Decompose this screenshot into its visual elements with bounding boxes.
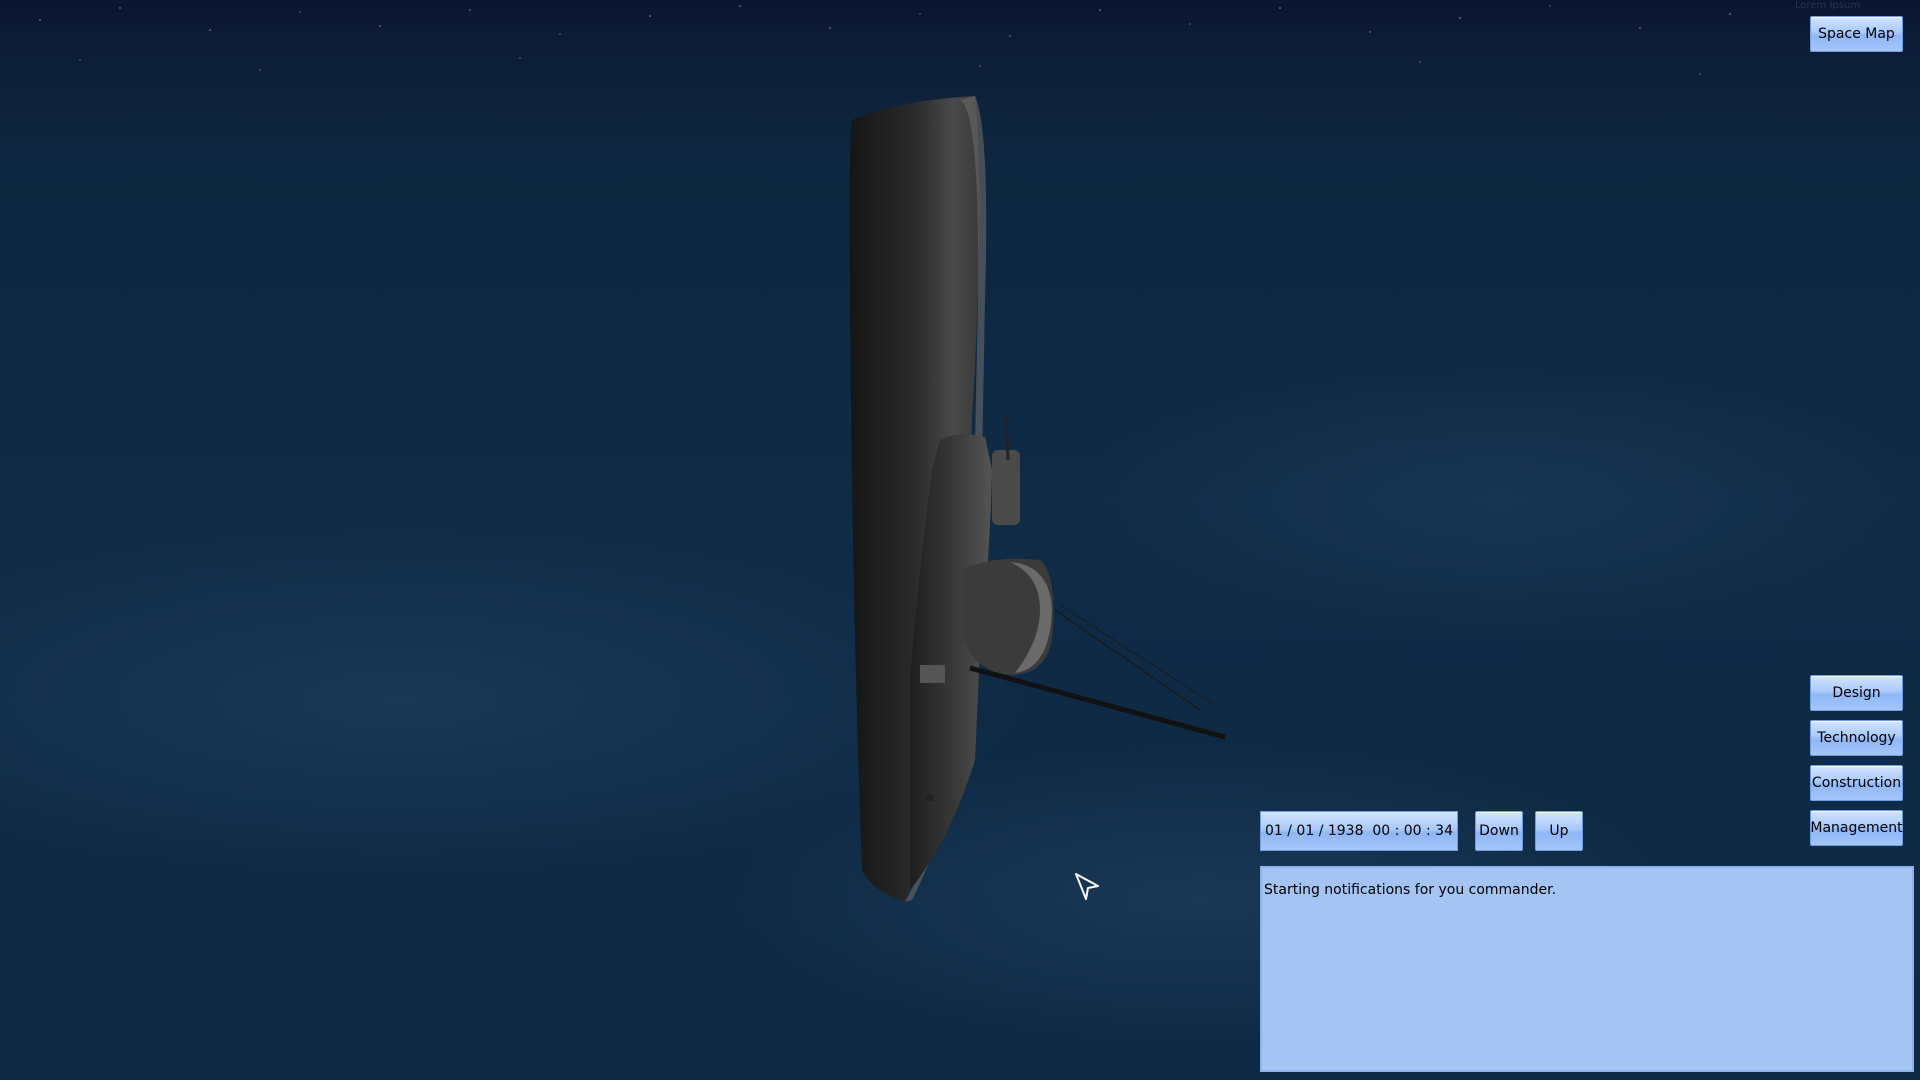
time-speed-up-button[interactable]: Up	[1535, 811, 1583, 851]
starfield	[39, 5, 1891, 75]
management-button[interactable]: Management	[1810, 810, 1903, 846]
time-speed-down-button[interactable]: Down	[1475, 811, 1523, 851]
notification-message: Starting notifications for you commander…	[1264, 882, 1557, 898]
construction-button[interactable]: Construction	[1810, 765, 1903, 801]
notification-panel: Starting notifications for you commander…	[1260, 866, 1914, 1072]
clock-date: 01 / 01 / 1938	[1265, 823, 1364, 839]
technology-button[interactable]: Technology	[1810, 720, 1903, 756]
warship[interactable]	[849, 96, 1226, 902]
space-map-button[interactable]: Space Map	[1810, 16, 1903, 52]
version-label: Lorem Ipsum	[1795, 0, 1861, 11]
clock-time: 00 : 00 : 34	[1372, 823, 1453, 839]
game-viewport[interactable]: Lorem Ipsum Space Map Design Technology …	[0, 0, 1920, 1080]
arrow-cursor-icon	[1075, 873, 1099, 900]
design-button[interactable]: Design	[1810, 675, 1903, 711]
game-clock: 01 / 01 / 1938 00 : 00 : 34	[1260, 811, 1458, 851]
